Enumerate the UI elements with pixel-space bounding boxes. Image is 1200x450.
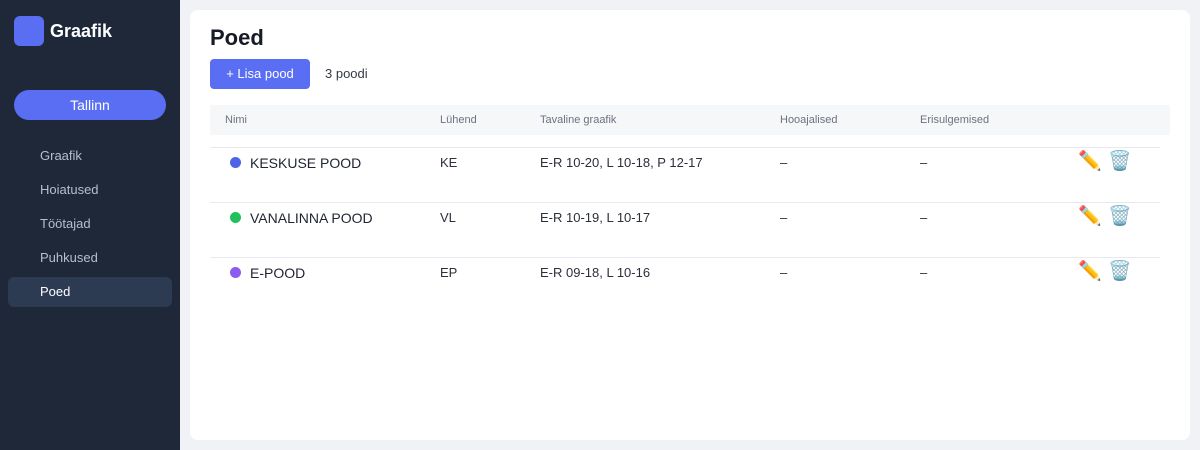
table-header: Nimi Lühend Tavaline graafik Hooajalised… xyxy=(210,105,1170,135)
pencil-icon[interactable]: ✏️ xyxy=(1078,260,1102,284)
add-store-button[interactable]: + Lisa pood xyxy=(210,59,310,89)
row-divider xyxy=(210,147,1160,148)
sidebar: Graafik Tallinn Graafik Hoiatused Töötaj… xyxy=(0,0,180,450)
app-name: Graafik xyxy=(50,20,113,41)
store-closures: – xyxy=(920,265,928,280)
trash-icon[interactable]: 🗑️ xyxy=(1108,260,1132,284)
column-header-abbr: Lühend xyxy=(440,114,477,126)
table-row: VANALINNA POOD VL E-R 10-19, L 10-17 – –… xyxy=(210,202,1170,257)
store-seasonal: – xyxy=(780,155,788,170)
row-divider xyxy=(210,202,1160,203)
trash-icon[interactable]: 🗑️ xyxy=(1108,205,1132,229)
row-divider xyxy=(210,257,1160,258)
brand[interactable]: Graafik xyxy=(14,16,112,46)
logo-icon xyxy=(14,16,44,46)
trash-icon[interactable]: 🗑️ xyxy=(1108,150,1132,174)
table-row: KESKUSE POOD KE E-R 10-20, L 10-18, P 12… xyxy=(210,147,1170,202)
store-closures: – xyxy=(920,155,928,170)
main-panel: Poed + Lisa pood 3 poodi Nimi Lühend Tav… xyxy=(190,10,1190,440)
sidebar-item-graafik[interactable]: Graafik xyxy=(8,141,172,171)
pencil-icon[interactable]: ✏️ xyxy=(1078,205,1102,229)
sidebar-nav: Graafik Hoiatused Töötajad Puhkused Poed xyxy=(8,141,172,311)
sidebar-item-tootajad[interactable]: Töötajad xyxy=(8,209,172,239)
store-abbr: KE xyxy=(440,155,458,170)
store-schedule: E-R 10-20, L 10-18, P 12-17 xyxy=(540,155,703,170)
store-abbr: EP xyxy=(440,265,458,280)
column-header-seasonal: Hooajalised xyxy=(780,114,838,126)
store-schedule: E-R 09-18, L 10-16 xyxy=(540,265,651,280)
store-name: E-POOD xyxy=(250,265,306,281)
page-title: Poed xyxy=(210,25,264,50)
column-header-schedule: Tavaline graafik xyxy=(540,114,617,126)
store-abbr: VL xyxy=(440,210,456,225)
store-color-dot xyxy=(230,157,241,168)
column-header-name: Nimi xyxy=(225,114,247,126)
pencil-icon[interactable]: ✏️ xyxy=(1078,150,1102,174)
column-header-closures: Erisulgemised xyxy=(920,114,990,126)
store-name: VANALINNA POOD xyxy=(250,210,373,226)
store-color-dot xyxy=(230,212,241,223)
store-closures: – xyxy=(920,210,928,225)
store-seasonal: – xyxy=(780,265,788,280)
store-color-dot xyxy=(230,267,241,278)
city-selector-button[interactable]: Tallinn xyxy=(14,90,166,120)
sidebar-item-hoiatused[interactable]: Hoiatused xyxy=(8,175,172,205)
store-seasonal: – xyxy=(780,210,788,225)
table-row: E-POOD EP E-R 09-18, L 10-16 – – ✏️ 🗑️ xyxy=(210,257,1170,312)
sidebar-item-puhkused[interactable]: Puhkused xyxy=(8,243,172,273)
sidebar-item-poed[interactable]: Poed xyxy=(8,277,172,307)
store-schedule: E-R 10-19, L 10-17 xyxy=(540,210,651,225)
store-name: KESKUSE POOD xyxy=(250,155,362,171)
store-count: 3 poodi xyxy=(325,66,368,81)
